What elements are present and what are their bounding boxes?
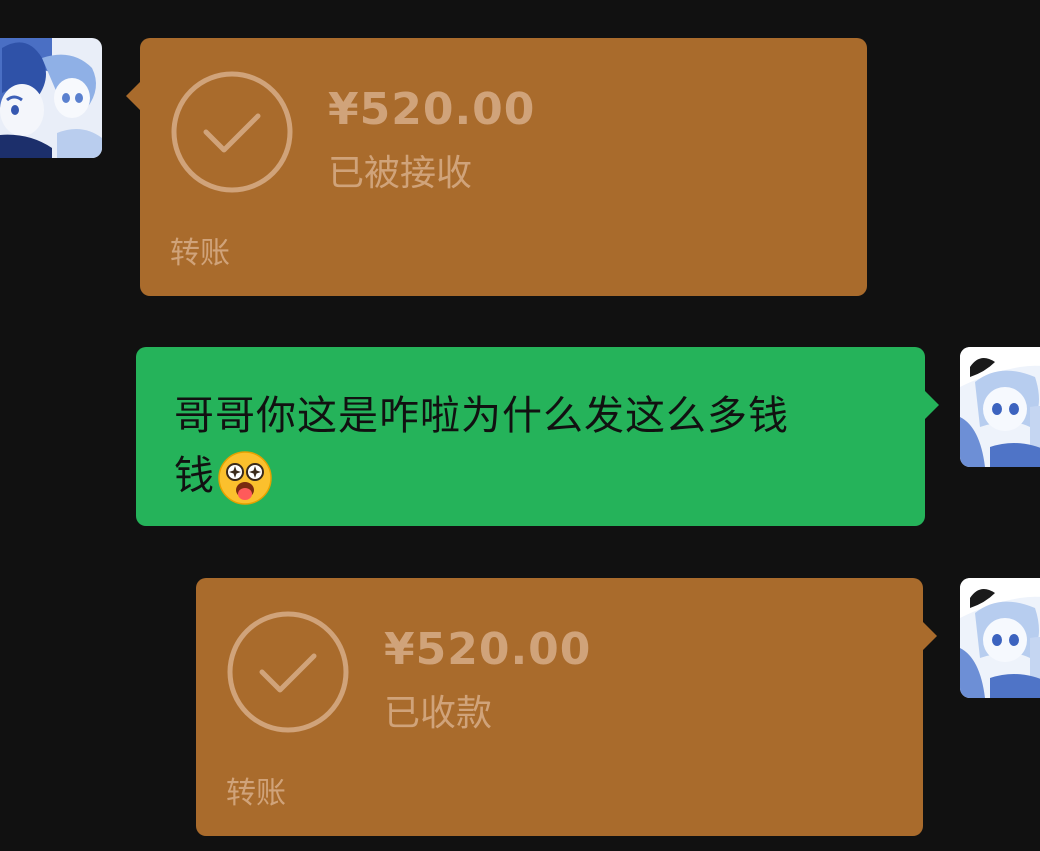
check-circle-icon: [171, 71, 293, 193]
chat-area: ¥520.00 已被接收 转账 哥哥你这是咋啦为什么发这么多钱 钱 ¥520.0…: [0, 0, 1040, 851]
transfer-amount: ¥520.00: [384, 624, 592, 675]
message-text-line-2: 钱: [174, 443, 273, 506]
transfer-label: 转账: [226, 776, 286, 811]
transfer-status: 已被接收: [328, 153, 473, 194]
contact-avatar[interactable]: [0, 38, 102, 158]
transfer-card-collected[interactable]: ¥520.00 已收款 转账: [196, 578, 937, 836]
star-struck-emoji-icon: [218, 451, 272, 505]
message-text-line-1: 哥哥你这是咋啦为什么发这么多钱: [174, 393, 789, 439]
check-circle-icon: [227, 611, 349, 733]
message-text-line-2-text: 钱: [174, 453, 215, 499]
transfer-card-received[interactable]: ¥520.00 已被接收 转账: [126, 38, 867, 296]
transfer-label: 转账: [170, 236, 230, 271]
my-avatar[interactable]: [960, 347, 1040, 467]
bubble-tail: [925, 391, 939, 419]
bubble-tail: [126, 82, 140, 110]
transfer-amount: ¥520.00: [328, 84, 536, 135]
bubble-tail: [923, 622, 937, 650]
my-avatar[interactable]: [960, 578, 1040, 698]
transfer-status: 已收款: [384, 693, 493, 734]
text-message-bubble[interactable]: 哥哥你这是咋啦为什么发这么多钱 钱: [136, 347, 939, 526]
